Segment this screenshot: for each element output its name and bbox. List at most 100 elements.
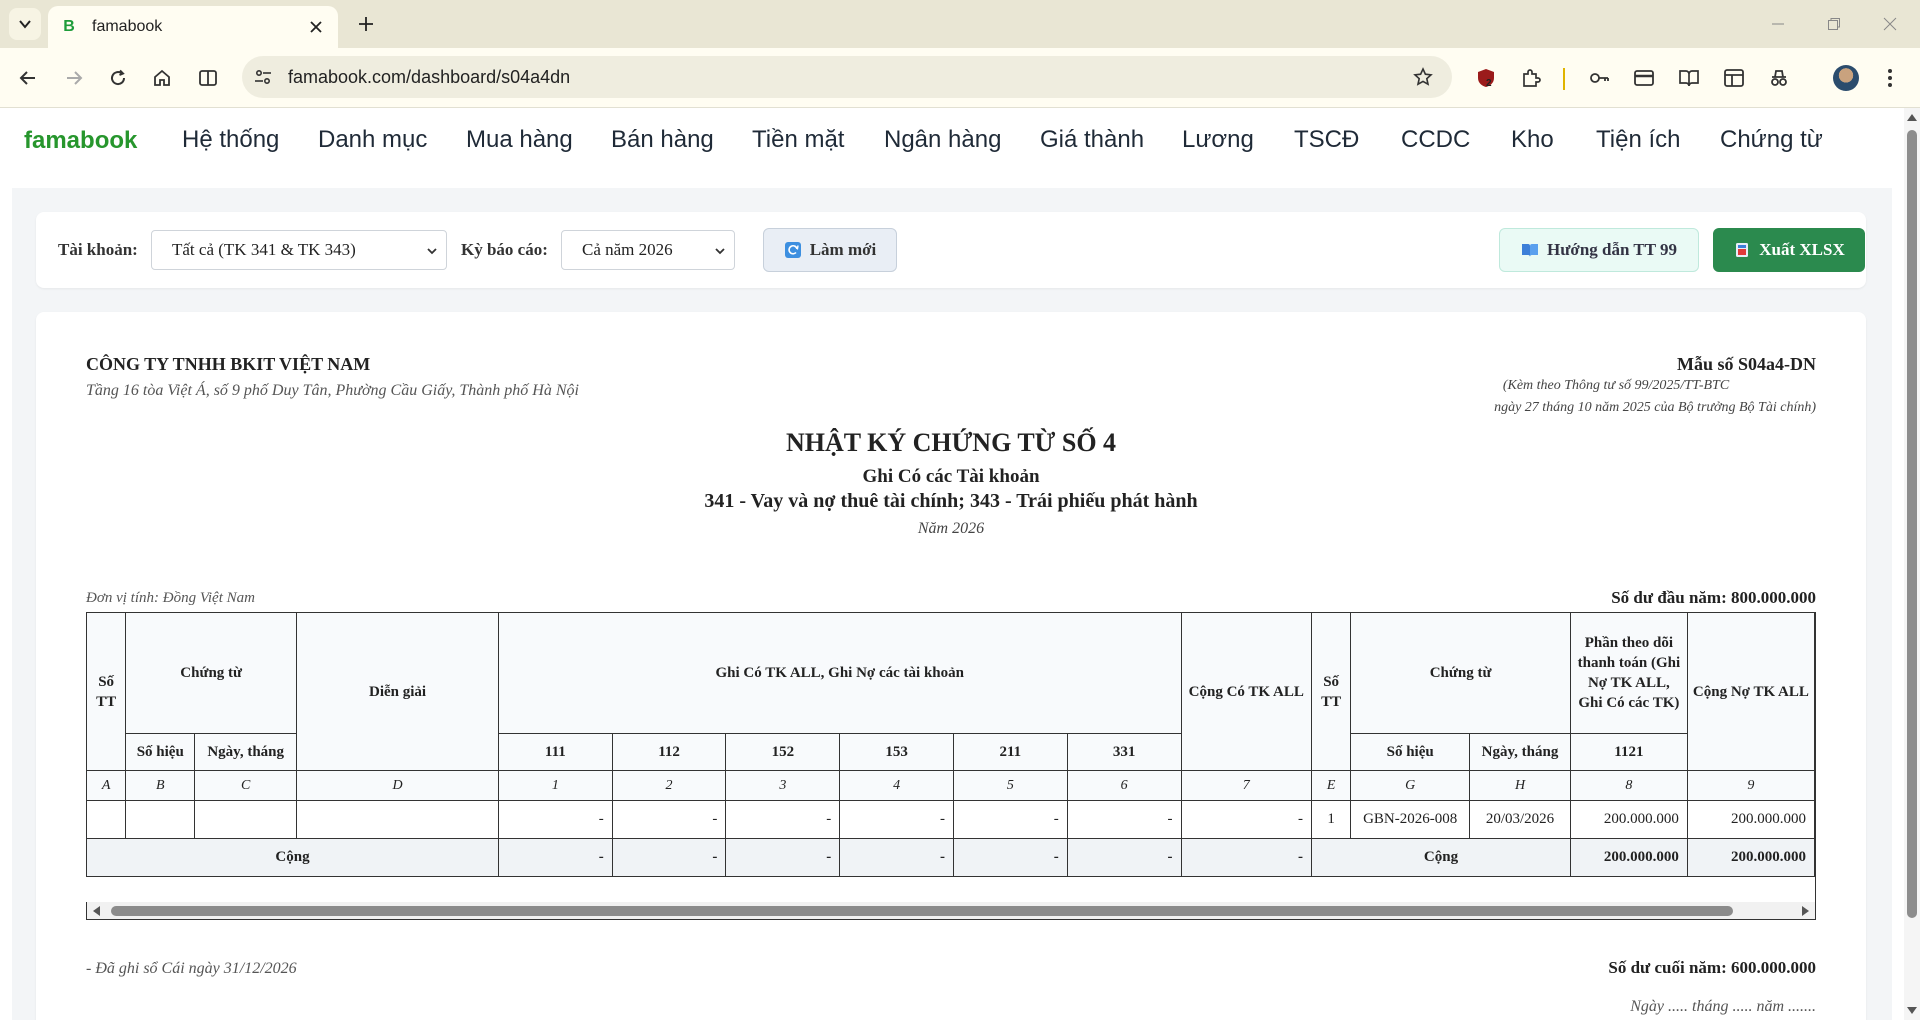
- menu-tscd[interactable]: TSCĐ: [1294, 126, 1359, 154]
- journal-table-scroll[interactable]: Số TT Chứng từ Diễn giải Ghi Có TK ALL, …: [86, 612, 1816, 902]
- menu-tien-mat[interactable]: Tiền mặt: [752, 126, 844, 154]
- scroll-right-arrow-icon[interactable]: [1799, 905, 1811, 917]
- header-so-hieu-2: Số hiệu: [1350, 733, 1471, 771]
- bookmark-star-icon[interactable]: [1412, 66, 1434, 88]
- new-tab-button[interactable]: [352, 10, 380, 38]
- refresh-label: Làm mới: [809, 240, 877, 259]
- web-page: famabook Hệ thống Danh mục Mua hàng Bán …: [0, 108, 1904, 1020]
- col-letter: E: [1311, 770, 1352, 801]
- scrollbar-thumb[interactable]: [111, 906, 1733, 916]
- reading-mode-button[interactable]: [1675, 64, 1703, 92]
- passwords-button[interactable]: [1585, 64, 1613, 92]
- total-label-2: Cộng: [1311, 838, 1571, 877]
- account-select[interactable]: Tất cả (TK 341 & TK 343): [151, 230, 447, 270]
- scrollbar-thumb[interactable]: [1907, 130, 1917, 918]
- cell-ngay-2: 20/03/2026: [1469, 800, 1571, 839]
- scroll-down-arrow-icon[interactable]: [1907, 1006, 1917, 1016]
- header-ghi-co: Ghi Có TK ALL, Ghi Nợ các tài khoản: [498, 612, 1182, 734]
- back-button[interactable]: [12, 62, 44, 94]
- company-address: Tầng 16 tòa Việt Á, số 9 phố Duy Tân, Ph…: [86, 382, 579, 399]
- tab-title: famabook: [92, 18, 163, 35]
- header-ngay-thang-2: Ngày, tháng: [1469, 733, 1571, 771]
- menu-ccdc[interactable]: CCDC: [1401, 126, 1470, 154]
- chevron-down-icon: [715, 248, 725, 255]
- window-close-button[interactable]: [1878, 12, 1902, 36]
- cell-111: -: [498, 800, 613, 839]
- scroll-up-arrow-icon[interactable]: [1907, 112, 1917, 122]
- menu-mua-hang[interactable]: Mua hàng: [466, 126, 573, 154]
- menu-he-thong[interactable]: Hệ thống: [182, 126, 279, 154]
- form-note-date: ngày 27 tháng 10 năm 2025 của Bộ trưởng …: [1494, 400, 1816, 415]
- site-info-icon[interactable]: [252, 66, 274, 88]
- header-stt-2: Số TT: [1311, 612, 1352, 771]
- report-year: Năm 2026: [917, 520, 985, 537]
- menu-luong[interactable]: Lương: [1182, 126, 1254, 154]
- forward-button[interactable]: [58, 62, 90, 94]
- browser-toolbar: famabook.com/dashboard/s04a4dn 2: [0, 48, 1920, 108]
- key-icon: [1590, 73, 1609, 83]
- header-acct-331: 331: [1066, 733, 1182, 771]
- menu-tien-ich[interactable]: Tiện ích: [1596, 126, 1680, 154]
- extension-shield-button[interactable]: 2: [1472, 64, 1500, 92]
- browser-menu-button[interactable]: [1880, 66, 1900, 90]
- header-cong-no: Cộng Nợ TK ALL: [1686, 612, 1815, 771]
- cell-stt-2: 1: [1311, 800, 1352, 839]
- cell-331: -: [1066, 800, 1182, 839]
- arrow-left-icon: [19, 71, 35, 85]
- incognito-button[interactable]: [1765, 64, 1793, 92]
- arrow-right-icon: [67, 71, 83, 85]
- profile-avatar[interactable]: [1833, 65, 1859, 91]
- table-horizontal-scrollbar[interactable]: [86, 902, 1816, 920]
- browser-tab-bar: B famabook: [0, 0, 1920, 48]
- header-acct-211: 211: [952, 733, 1068, 771]
- total-row: Cộng - - - - - - - Cộng 200.000.000 200.…: [86, 838, 1815, 877]
- cell-so-hieu-2: GBN-2026-008: [1350, 800, 1471, 839]
- refresh-button[interactable]: Làm mới: [763, 228, 897, 272]
- tab-close-button[interactable]: [306, 17, 326, 37]
- tab-search-button[interactable]: [9, 8, 41, 40]
- tab-groups-button[interactable]: [1720, 64, 1748, 92]
- minimize-icon: [1772, 23, 1784, 25]
- guide-tt99-button[interactable]: Hướng dẫn TT 99: [1499, 228, 1699, 272]
- menu-ngan-hang[interactable]: Ngân hàng: [884, 126, 1001, 154]
- export-label: Xuất XLSX: [1759, 240, 1845, 259]
- main-content: Tài khoản: Tất cả (TK 341 & TK 343) Kỳ b…: [12, 188, 1892, 1020]
- extensions-button[interactable]: [1517, 64, 1545, 92]
- menu-danh-muc[interactable]: Danh mục: [318, 126, 427, 154]
- guide-label: Hướng dẫn TT 99: [1546, 240, 1677, 259]
- col-letter: 9: [1686, 770, 1815, 801]
- page-vertical-scrollbar[interactable]: [1904, 108, 1920, 1020]
- export-xlsx-button[interactable]: Xuất XLSX: [1713, 228, 1865, 272]
- period-select[interactable]: Cả năm 2026: [561, 230, 735, 270]
- split-view-button[interactable]: [192, 62, 224, 94]
- header-chung-tu: Chứng từ: [125, 612, 298, 734]
- restore-button[interactable]: [1822, 12, 1846, 36]
- menu-chung-tu[interactable]: Chứng từ: [1720, 126, 1823, 154]
- total-1121: 200.000.000: [1569, 838, 1688, 877]
- address-bar[interactable]: famabook.com/dashboard/s04a4dn: [242, 56, 1452, 98]
- col-letter: 5: [952, 770, 1068, 801]
- spreadsheet-icon: [1736, 243, 1749, 257]
- total-331: -: [1066, 838, 1182, 877]
- header-stt: Số TT: [86, 612, 127, 771]
- col-letter: C: [194, 770, 298, 801]
- famabook-favicon-icon: B: [63, 18, 75, 35]
- scroll-left-arrow-icon[interactable]: [91, 905, 103, 917]
- restore-icon: [1828, 18, 1840, 30]
- brand-logo[interactable]: famabook: [24, 127, 137, 155]
- menu-gia-thanh[interactable]: Giá thành: [1040, 126, 1144, 154]
- col-letter: 4: [839, 770, 954, 801]
- cell-1121: 200.000.000: [1569, 800, 1688, 839]
- menu-kho[interactable]: Kho: [1511, 126, 1554, 154]
- payment-methods-button[interactable]: [1630, 64, 1658, 92]
- col-letter: 1: [498, 770, 613, 801]
- column-letter-row: A B C D 1 2 3 4 5 6 7 E G H 8 9: [86, 770, 1815, 801]
- minimize-button[interactable]: [1766, 12, 1790, 36]
- home-button[interactable]: [146, 62, 178, 94]
- menu-ban-hang[interactable]: Bán hàng: [611, 126, 714, 154]
- period-select-value: Cả năm 2026: [582, 240, 673, 259]
- browser-tab[interactable]: B famabook: [48, 6, 338, 48]
- reload-button[interactable]: [102, 62, 134, 94]
- cell-stt: [86, 800, 127, 839]
- report-title: NHẬT KÝ CHỨNG TỪ SỐ 4: [785, 428, 1117, 457]
